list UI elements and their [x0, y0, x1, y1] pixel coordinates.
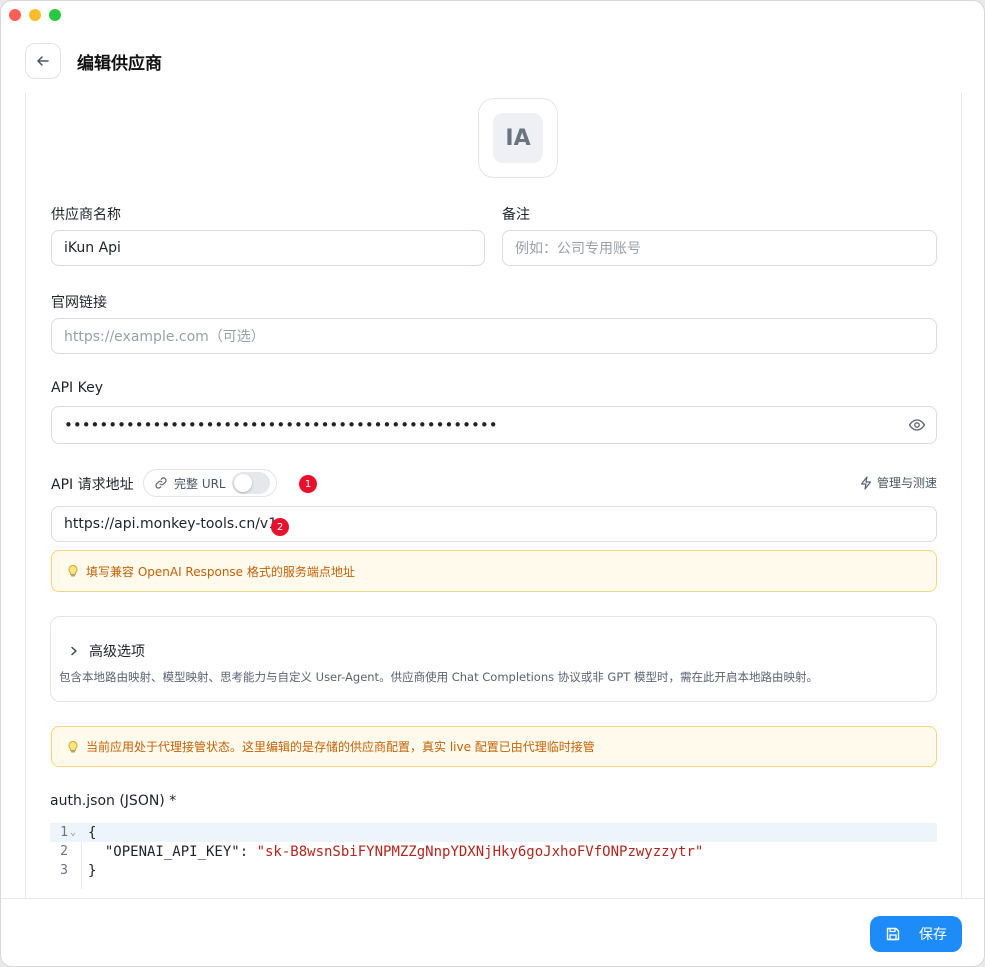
proxy-hint-notice: 当前应用处于代理接管状态。这里编辑的是存储的供应商配置，真实 live 配置已由…: [51, 726, 937, 767]
advanced-options-panel: 高级选项 包含本地路由映射、模型映射、思考能力与自定义 User-Agent。供…: [50, 616, 937, 702]
api-endpoint-value: https://api.monkey-tools.cn/v1: [64, 516, 278, 532]
chevron-right-icon: [71, 646, 77, 656]
lightbulb-icon: [68, 740, 78, 752]
line-number: 3: [60, 863, 68, 878]
footer-bar: 保存: [1, 898, 984, 966]
website-placeholder: https://example.com（可选）: [64, 329, 265, 345]
page-title: 编辑供应商: [77, 53, 162, 74]
proxy-hint-text: 当前应用处于代理接管状态。这里编辑的是存储的供应商配置，真实 live 配置已由…: [86, 740, 595, 754]
lightbulb-icon: [68, 565, 78, 577]
code-key: "OPENAI_API_KEY":: [88, 843, 257, 860]
traffic-lights: [9, 9, 61, 21]
auth-json-editor[interactable]: 1 ⌄ { 2 "OPENAI_API_KEY": "sk-B8wsnSbiFY…: [50, 823, 937, 889]
website-label: 官网链接: [51, 295, 107, 311]
api-endpoint-input[interactable]: https://api.monkey-tools.cn/v1: [51, 506, 937, 542]
fold-chevron-icon[interactable]: ⌄: [68, 827, 80, 838]
code-line: 3 }: [50, 861, 937, 880]
full-url-label: 完整 URL: [174, 476, 226, 491]
provider-initials: IA: [493, 113, 543, 163]
provider-logo[interactable]: IA: [478, 98, 558, 178]
provider-name-value: iKun Api: [64, 240, 121, 256]
api-key-value: ••••••••••••••••••••••••••••••••••••••••…: [64, 416, 498, 434]
marker-badge-1: 1: [299, 475, 317, 493]
code-string: "sk-B8wsnSbiFYNPMZZgNnpYDXNjHky6goJxhoFV…: [256, 843, 704, 860]
line-number: 1: [60, 825, 68, 840]
code-line: 1 ⌄ {: [50, 823, 937, 842]
save-button-label: 保存: [919, 927, 947, 943]
page-header: 编辑供应商: [25, 43, 162, 79]
remark-input[interactable]: 例如：公司专用账号: [502, 230, 937, 266]
code-line: 2 "OPENAI_API_KEY": "sk-B8wsnSbiFYNPMZZg…: [50, 842, 937, 861]
api-key-input[interactable]: ••••••••••••••••••••••••••••••••••••••••…: [51, 406, 937, 444]
switch-knob: [233, 474, 252, 492]
full-url-switch[interactable]: [231, 472, 270, 494]
app-window: 编辑供应商 IA 供应商名称 iKun Api 备注 例如：公司专用账号 官网链…: [0, 0, 985, 967]
advanced-options-toggle[interactable]: 高级选项: [69, 641, 145, 661]
code-text: {: [88, 824, 97, 841]
lightning-icon: [860, 475, 872, 490]
advanced-options-title: 高级选项: [89, 644, 145, 660]
back-button[interactable]: [25, 43, 61, 79]
advanced-options-description: 包含本地路由映射、模型映射、思考能力与自定义 User-Agent。供应商使用 …: [59, 670, 818, 684]
auth-json-label: auth.json (JSON) *: [50, 793, 177, 809]
provider-name-input[interactable]: iKun Api: [51, 230, 485, 266]
endpoint-hint-notice: 填写兼容 OpenAI Response 格式的服务端点地址: [51, 550, 937, 592]
maximize-window-button[interactable]: [49, 9, 61, 21]
close-window-button[interactable]: [9, 9, 21, 21]
api-key-label: API Key: [51, 380, 103, 396]
line-number: 2: [60, 844, 68, 859]
eye-icon[interactable]: [908, 416, 926, 434]
provider-name-label: 供应商名称: [51, 207, 121, 223]
manage-link-label: 管理与测速: [876, 476, 937, 490]
arrow-left-icon: [37, 56, 49, 66]
marker-badge-2: 2: [271, 518, 289, 536]
full-url-toggle[interactable]: 完整 URL: [143, 469, 277, 497]
minimize-window-button[interactable]: [29, 9, 41, 21]
remark-placeholder: 例如：公司专用账号: [515, 241, 641, 257]
website-input[interactable]: https://example.com（可选）: [51, 318, 937, 354]
code-text: }: [88, 862, 97, 879]
api-endpoint-label: API 请求地址: [51, 477, 134, 493]
remark-label: 备注: [502, 207, 530, 223]
endpoint-hint-text: 填写兼容 OpenAI Response 格式的服务端点地址: [86, 564, 355, 579]
save-icon: [886, 927, 900, 941]
manage-and-speedtest-link[interactable]: 管理与测速: [859, 474, 937, 491]
link-icon: [155, 477, 167, 489]
save-button[interactable]: 保存: [870, 916, 962, 952]
form-scroll-area[interactable]: IA 供应商名称 iKun Api 备注 例如：公司专用账号 官网链接 http…: [25, 93, 962, 899]
